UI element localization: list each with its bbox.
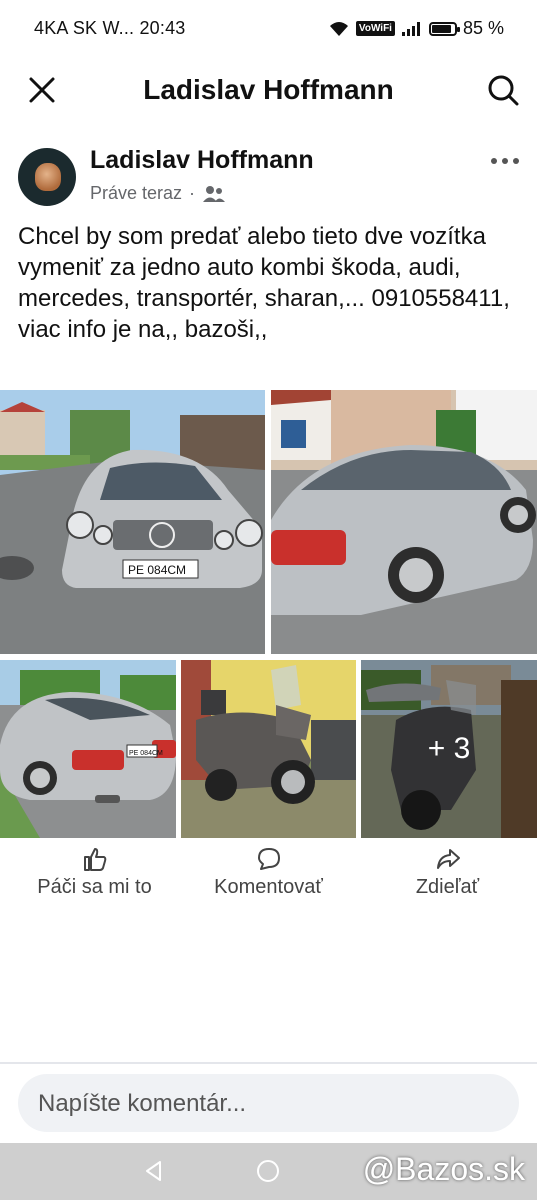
comment-button[interactable]: Komentovať	[179, 842, 358, 912]
friends-icon	[203, 185, 226, 202]
more-photos-overlay[interactable]: + 3	[361, 660, 537, 838]
clock: 20:43	[139, 18, 186, 38]
battery-fill	[431, 24, 451, 33]
photo-car-side[interactable]	[271, 390, 537, 654]
avatar[interactable]	[18, 148, 76, 206]
more-icon	[491, 158, 519, 164]
comment-label: Komentovať	[214, 876, 323, 898]
vowifi-badge: VoWiFi	[355, 21, 395, 36]
meta-separator: ·	[189, 183, 196, 203]
battery-percent: 85 %	[462, 18, 504, 38]
search-icon	[488, 75, 519, 106]
status-left: 4KA SK W... 20:43	[34, 18, 186, 39]
share-button[interactable]: Zdieľať	[358, 842, 537, 912]
post-text: Chcel by som predať alebo tieto dve vozí…	[18, 223, 510, 343]
photo-grid: PE 084CM PE 084CM + 3	[0, 390, 537, 838]
comment-icon	[257, 848, 280, 870]
back-icon[interactable]	[142, 1159, 166, 1183]
share-label: Zdieľať	[415, 876, 480, 898]
photo-car-front[interactable]: PE 084CM	[0, 390, 265, 654]
post-header: Ladislav Hoffmann Práve teraz ·	[0, 140, 537, 210]
battery-icon	[428, 21, 460, 36]
home-icon[interactable]	[256, 1159, 280, 1183]
like-button[interactable]: Páči sa mi to	[5, 842, 184, 912]
top-bar: Ladislav Hoffmann	[0, 60, 537, 120]
post-actions: Páči sa mi to Komentovať Zdieľať	[0, 842, 537, 912]
watermark: @Bazos.sk	[362, 1151, 525, 1187]
page-title: Ladislav Hoffmann	[143, 74, 394, 105]
thumbs-up-icon	[83, 848, 106, 871]
plate-text-rear: PE 084CM	[129, 750, 163, 757]
car-side-image	[271, 390, 537, 654]
status-right: VoWiFi 85 %	[328, 18, 504, 39]
more-photos-count: + 3	[427, 732, 471, 765]
wifi-icon	[329, 21, 348, 36]
author-name[interactable]: Ladislav Hoffmann	[90, 146, 314, 175]
photo-car-rear[interactable]: PE 084CM	[0, 660, 176, 838]
car-rear-image: PE 084CM	[0, 660, 176, 838]
signal-icon	[401, 21, 420, 36]
car-front-image: PE 084CM	[0, 390, 265, 654]
divider	[0, 1062, 537, 1064]
scooter-image	[181, 660, 356, 838]
avatar-image	[35, 163, 61, 191]
share-icon	[436, 849, 460, 869]
more-options-button[interactable]	[489, 154, 521, 166]
carrier-label: 4KA SK W...	[34, 18, 135, 38]
status-bar: 4KA SK W... 20:43 VoWiFi 85 %	[0, 0, 537, 60]
comment-input[interactable]	[36, 1074, 500, 1134]
post-meta: Práve teraz ·	[90, 183, 226, 204]
system-nav-bar: @Bazos.sk	[0, 1143, 537, 1200]
photo-scooter[interactable]	[181, 660, 356, 838]
like-label: Páči sa mi to	[37, 876, 152, 898]
plate-text-front: PE 084CM	[128, 563, 186, 577]
photo-scooter-2[interactable]: + 3	[361, 660, 537, 838]
comment-box	[18, 1074, 519, 1134]
search-button[interactable]	[485, 72, 521, 108]
post-time[interactable]: Práve teraz	[90, 183, 182, 204]
